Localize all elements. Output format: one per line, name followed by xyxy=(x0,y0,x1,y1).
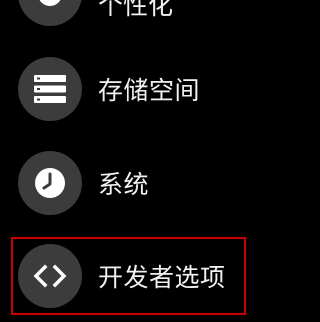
selection-highlight xyxy=(11,237,246,315)
system-icon-circle xyxy=(18,151,82,215)
storage-icon xyxy=(34,75,66,103)
personalization-icon-circle xyxy=(18,0,82,26)
settings-item-label: 存储空间 xyxy=(98,76,201,105)
settings-item-system[interactable]: 系统 xyxy=(18,151,308,215)
palette-icon xyxy=(39,0,61,6)
storage-icon-circle xyxy=(18,57,82,121)
clock-icon xyxy=(35,168,65,198)
settings-item-storage[interactable]: 存储空间 xyxy=(18,57,308,121)
settings-item-label: 个性化 xyxy=(98,0,174,20)
settings-item-label: 系统 xyxy=(98,170,150,199)
watch-settings-screen: 个性化 存储空间 系统 开发者选项 xyxy=(0,0,320,322)
